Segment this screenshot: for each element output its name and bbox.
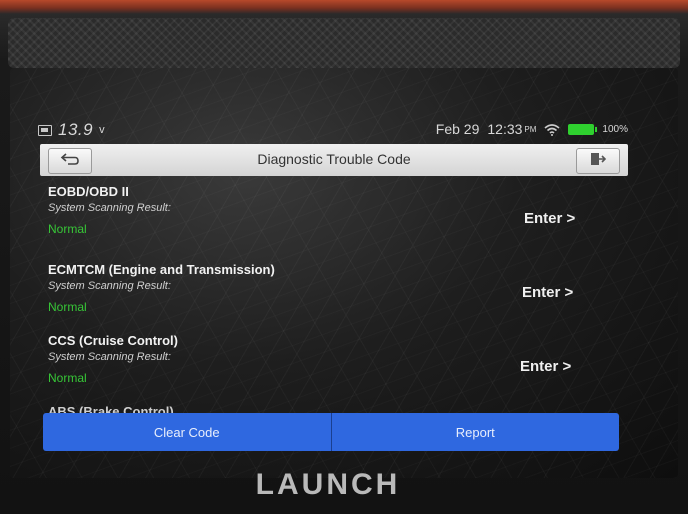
enter-button-ccs[interactable]: Enter > <box>520 358 571 375</box>
clear-code-button[interactable]: Clear Code <box>43 413 332 451</box>
car-battery-icon <box>38 124 52 136</box>
exit-icon <box>589 151 607 172</box>
voltage-value: 13.9 <box>58 120 94 139</box>
battery-icon <box>568 123 598 135</box>
system-status: Normal <box>48 300 87 314</box>
bottom-action-bar: Clear Code Report <box>43 413 619 451</box>
date-text: Feb 29 <box>435 121 480 137</box>
system-item-abs[interactable]: ABS (Brake Control) <box>48 403 174 413</box>
battery-percent: 100% <box>602 123 628 135</box>
report-button[interactable]: Report <box>331 413 619 451</box>
enter-button-eobd[interactable]: Enter > <box>524 210 575 227</box>
system-name: ECMTCM (Engine and Transmission) <box>48 262 275 277</box>
title-bar: Diagnostic Trouble Code <box>40 144 628 176</box>
wifi-icon <box>544 123 560 136</box>
brand-logo: LAUNCH <box>255 468 401 501</box>
page-title: Diagnostic Trouble Code <box>257 151 411 167</box>
enter-button-ecmtcm[interactable]: Enter > <box>522 284 573 301</box>
system-name: CCS (Cruise Control) <box>48 333 178 348</box>
device-texture <box>8 18 680 68</box>
system-name: ABS (Brake Control) <box>48 404 174 413</box>
voltage-unit: v <box>99 124 105 136</box>
system-name: EOBD/OBD II <box>48 184 129 199</box>
status-bar: 13.9 v Feb 29 12:33 PM 100% <box>38 118 628 140</box>
time-text: 12:33 <box>487 121 523 137</box>
exit-button[interactable] <box>576 148 620 174</box>
ampm-text: PM <box>524 124 537 134</box>
